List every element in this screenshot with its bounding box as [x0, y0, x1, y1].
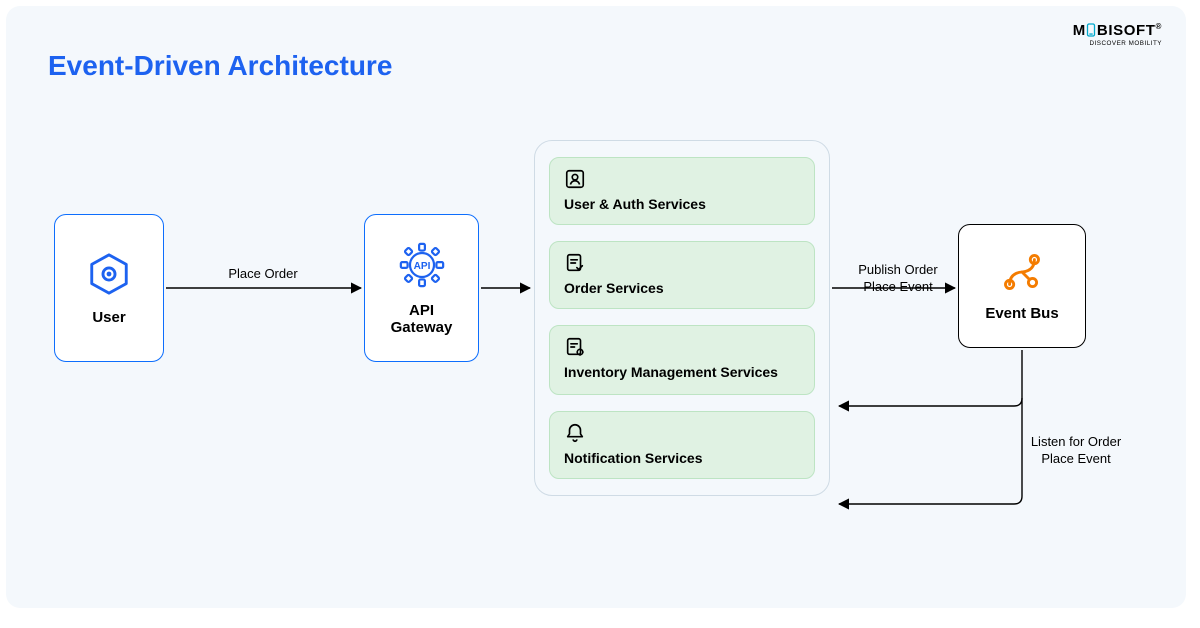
- edge-listen: Listen for Order Place Event: [1006, 434, 1146, 468]
- phone-in-o-icon: [1086, 23, 1096, 36]
- clipboard-check-icon: [564, 252, 586, 274]
- brand-suffix: BISOFT: [1097, 22, 1156, 39]
- service-notification: Notification Services: [549, 411, 815, 479]
- clipboard-gear-icon: [564, 336, 586, 358]
- service-auth: User & Auth Services: [549, 157, 815, 225]
- event-bus-icon: [1001, 251, 1043, 297]
- diagram-title: Event-Driven Architecture: [48, 50, 392, 82]
- brand-main: M BISOFT®: [1073, 22, 1162, 39]
- service-order-label: Order Services: [564, 280, 800, 296]
- service-notification-label: Notification Services: [564, 450, 800, 466]
- service-auth-label: User & Auth Services: [564, 196, 800, 212]
- event-bus-node: Event Bus: [958, 224, 1086, 348]
- brand-tagline: DISCOVER MOBILITY: [1073, 41, 1162, 47]
- services-panel: User & Auth Services Order Services Inve…: [534, 140, 830, 496]
- brand-prefix: M: [1073, 22, 1086, 39]
- api-badge-text: API: [413, 261, 430, 272]
- user-node: User: [54, 214, 164, 362]
- user-label: User: [92, 309, 125, 326]
- user-box-icon: [564, 168, 586, 190]
- service-inventory: Inventory Management Services: [549, 325, 815, 395]
- bell-icon: [564, 422, 586, 444]
- edge-publish: Publish Order Place Event: [838, 262, 958, 296]
- edge-place-order: Place Order: [198, 266, 328, 283]
- api-gateway-label-1: API: [409, 302, 434, 319]
- brand-logo: M BISOFT® DISCOVER MOBILITY: [1073, 22, 1162, 47]
- event-bus-label: Event Bus: [985, 305, 1058, 322]
- diagram-canvas: Event-Driven Architecture M BISOFT® DISC…: [6, 6, 1186, 608]
- gear-api-icon: API: [397, 240, 447, 294]
- api-gateway-label-2: Gateway: [391, 319, 453, 336]
- service-inventory-label: Inventory Management Services: [564, 364, 800, 382]
- service-order: Order Services: [549, 241, 815, 309]
- api-gateway-node: API API Gateway: [364, 214, 479, 362]
- user-hex-icon: [86, 251, 132, 301]
- brand-registered: ®: [1156, 22, 1163, 31]
